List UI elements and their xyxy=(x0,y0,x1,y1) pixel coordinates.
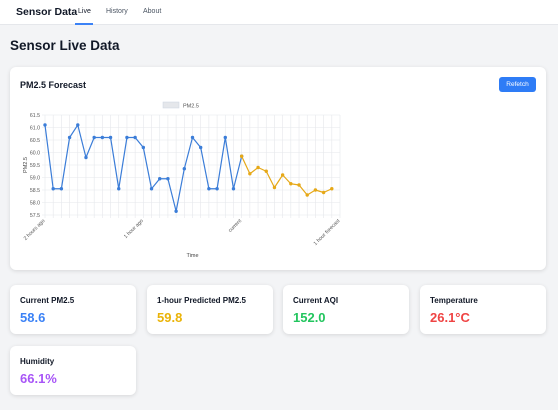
page-title: Sensor Live Data xyxy=(10,38,120,53)
data-point xyxy=(92,135,96,140)
data-point xyxy=(59,187,64,191)
data-point xyxy=(280,173,285,177)
stat-label: Humidity xyxy=(20,357,55,366)
nav-link-history[interactable]: History xyxy=(106,8,128,15)
x-tick-label: 1 hour forecast xyxy=(313,218,342,247)
x-tick-label: 2 hours ago xyxy=(23,218,47,242)
data-point xyxy=(330,187,334,191)
data-point xyxy=(239,154,244,158)
data-point xyxy=(100,135,105,140)
data-point xyxy=(313,188,318,192)
data-point xyxy=(84,155,88,160)
stat-label: Current PM2.5 xyxy=(20,296,75,305)
pm25-line-chart: 61.5 61.0 60.5 60.0 59.5 59.0 58.5 58.0 57.52 ho… xyxy=(23,101,342,259)
data-point xyxy=(76,123,80,127)
series-line xyxy=(241,155,333,196)
y-axis-label: PM2.5 xyxy=(23,157,29,173)
data-point xyxy=(231,187,236,191)
y-tick-label: 60.5 xyxy=(30,138,40,144)
data-point xyxy=(108,135,113,140)
stat-value: 59.8 xyxy=(157,310,183,325)
legend-swatch xyxy=(162,101,180,109)
data-point xyxy=(305,193,309,197)
stat-label: Temperature xyxy=(430,296,478,305)
data-point xyxy=(248,172,252,176)
data-point xyxy=(190,135,195,140)
brand-title[interactable]: Sensor Data xyxy=(16,6,77,18)
active-tab-indicator xyxy=(75,23,93,25)
data-point xyxy=(43,123,47,127)
stat-label: 1-hour Predicted PM2.5 xyxy=(157,296,246,305)
x-tick-label: 1 hour ago xyxy=(123,218,145,240)
stat-value: 66.1% xyxy=(20,371,57,386)
data-point xyxy=(158,177,162,181)
stat-value: 152.0 xyxy=(293,310,326,325)
stat-card-current-pm25: Current PM2.5 58.6 xyxy=(10,285,136,334)
stat-card-humidity: Humidity 66.1% xyxy=(10,346,136,395)
nav-link-live[interactable]: Live xyxy=(78,8,91,15)
stat-card-temperature: Temperature 26.1°C xyxy=(420,285,546,334)
data-point xyxy=(207,187,211,191)
stat-card-current-aqi: Current AQI 152.0 xyxy=(283,285,409,334)
y-tick-label: 58.5 xyxy=(30,188,40,194)
data-point xyxy=(321,190,326,195)
data-point xyxy=(141,145,146,150)
y-tick-label: 58.0 xyxy=(30,201,40,207)
legend-label: PM2.5 xyxy=(183,104,199,110)
nav-link-about[interactable]: About xyxy=(143,8,161,15)
data-point xyxy=(67,135,72,140)
data-point xyxy=(174,209,178,213)
data-point xyxy=(149,187,154,191)
stat-value: 58.6 xyxy=(20,310,46,325)
x-axis-label: Time xyxy=(186,253,198,259)
data-point xyxy=(133,135,137,140)
y-tick-label: 61.5 xyxy=(30,113,40,119)
stat-card-predicted-pm25: 1-hour Predicted PM2.5 59.8 xyxy=(147,285,273,334)
y-tick-label: 60.0 xyxy=(30,151,40,157)
data-point xyxy=(272,185,277,190)
y-tick-label: 61.0 xyxy=(30,126,40,132)
stat-label: Current AQI xyxy=(293,296,339,305)
navbar: Sensor Data Live History About xyxy=(0,0,558,25)
data-point xyxy=(215,187,219,191)
x-tick-label: current xyxy=(227,218,243,234)
y-tick-label: 59.0 xyxy=(30,176,40,182)
data-point xyxy=(264,169,268,173)
stat-value: 26.1°C xyxy=(430,310,470,325)
data-point xyxy=(256,165,260,170)
data-point xyxy=(297,183,301,187)
y-tick-label: 59.5 xyxy=(30,163,40,169)
data-point xyxy=(182,167,187,171)
data-point xyxy=(166,177,170,181)
data-point xyxy=(51,187,55,191)
data-point xyxy=(223,135,227,140)
data-point xyxy=(117,187,121,191)
data-point xyxy=(125,135,129,140)
data-point xyxy=(289,182,293,186)
data-point xyxy=(198,145,203,150)
forecast-chart-card: PM2.5 Forecast Refetch 61.5 61.0 60.5 60.0 5… xyxy=(10,67,546,270)
y-tick-label: 57.5 xyxy=(30,213,40,219)
